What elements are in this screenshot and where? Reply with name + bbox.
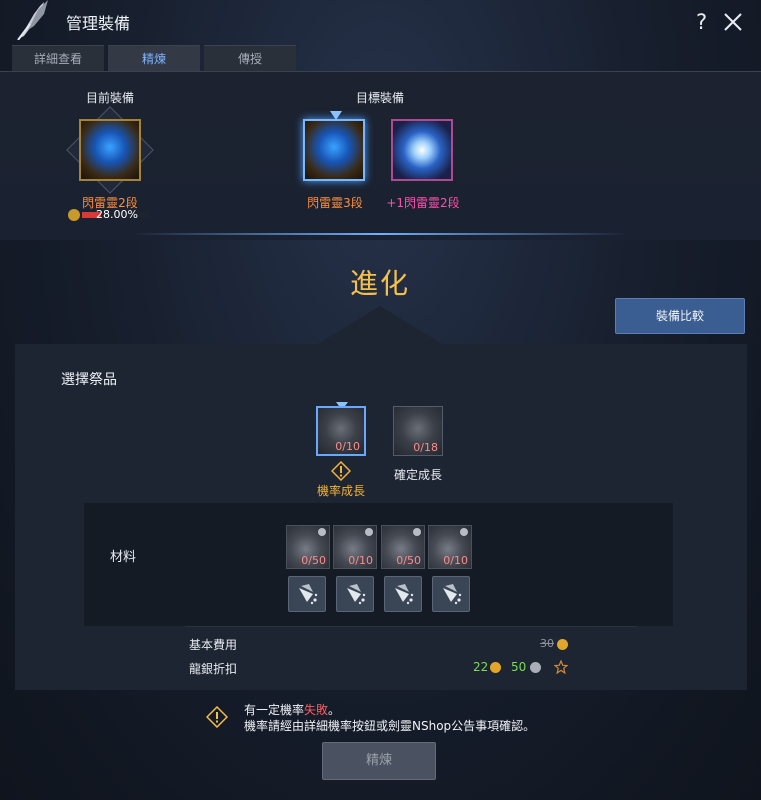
- shop-icon: [395, 584, 414, 605]
- base-cost-value: 30: [540, 637, 554, 650]
- target-option-b-slot[interactable]: [390, 118, 454, 182]
- target-option-a-name: 閃雷靈3段: [307, 196, 363, 210]
- silver-coin-icon: [530, 662, 541, 673]
- shop-icon: [299, 584, 318, 605]
- target-option-b-icon: [391, 119, 453, 181]
- materials-box: [84, 503, 673, 626]
- warning-icon: [206, 706, 228, 728]
- shop-button[interactable]: [336, 576, 374, 612]
- notice-line-2: 機率請經由詳細機率按鈕或劍靈NShop公告事項確認。: [244, 719, 536, 733]
- tab-details[interactable]: 詳細查看: [12, 45, 104, 71]
- materials-title: 材料: [110, 550, 137, 565]
- shop-button[interactable]: [384, 576, 422, 612]
- person-icon: [365, 528, 373, 536]
- exp-percent: 28.00%: [96, 208, 138, 221]
- offering-title: 選擇祭品: [61, 372, 117, 388]
- cost-separator: [185, 626, 637, 627]
- divider-glow: [130, 233, 630, 235]
- material-slot[interactable]: 0/50: [286, 525, 330, 569]
- person-icon: [318, 528, 326, 536]
- close-icon[interactable]: [722, 11, 744, 33]
- selection-pointer-icon: [330, 111, 342, 120]
- offering-probability-label: 機率成長: [316, 484, 365, 498]
- target-option-a-slot[interactable]: [302, 118, 366, 182]
- material-slot[interactable]: 0/10: [333, 525, 377, 569]
- tab-transfer[interactable]: 傳授: [204, 45, 296, 71]
- window-title: 管理裝備: [66, 14, 131, 33]
- material-count: 0/50: [301, 554, 326, 567]
- offering-guaranteed-label: 確定成長: [393, 468, 442, 482]
- offering-guaranteed[interactable]: 0/18: [393, 406, 443, 456]
- material-count: 0/10: [443, 554, 468, 567]
- material-slot[interactable]: 0/10: [428, 525, 472, 569]
- offering-count: 0/18: [413, 441, 438, 454]
- discount-gold-value: 22: [473, 660, 489, 674]
- compare-equipment-button[interactable]: 裝備比較: [615, 298, 745, 334]
- shop-icon: [347, 584, 366, 605]
- material-slot[interactable]: 0/50: [381, 525, 425, 569]
- exp-icon: [68, 209, 80, 221]
- current-equipment-slot[interactable]: [66, 106, 154, 194]
- shop-button[interactable]: [432, 576, 470, 612]
- person-icon: [460, 528, 468, 536]
- exp-progress: 28.00%: [68, 208, 152, 222]
- shop-button[interactable]: [288, 576, 326, 612]
- gold-coin-icon: [490, 662, 501, 673]
- material-count: 0/10: [348, 554, 373, 567]
- offering-probability[interactable]: 0/10: [316, 406, 366, 456]
- current-equipment-heading: 目前裝備: [85, 91, 134, 105]
- material-count: 0/50: [396, 554, 421, 567]
- discount-label: 龍銀折扣: [189, 662, 238, 676]
- base-cost-label: 基本費用: [189, 638, 238, 652]
- star-icon: [554, 660, 568, 674]
- offering-count: 0/10: [335, 440, 360, 453]
- notice-fail-text: 失敗: [304, 703, 329, 717]
- person-icon: [413, 528, 421, 536]
- title-bar: 管理裝備 ?: [0, 0, 761, 44]
- tab-refine[interactable]: 精煉: [108, 45, 200, 71]
- notice-suffix: 。: [328, 703, 341, 717]
- refine-button[interactable]: 精煉: [322, 742, 436, 780]
- warning-icon: [331, 461, 351, 481]
- stage-title: 進化: [349, 267, 410, 300]
- help-icon[interactable]: ?: [696, 10, 707, 34]
- notice-prefix: 有一定機率: [244, 703, 305, 717]
- blade-icon: [17, 0, 48, 40]
- target-option-b-name: +1閃雷靈2段: [386, 196, 460, 210]
- notice-line-1: 有一定機率失敗。: [244, 701, 340, 718]
- current-equipment-icon: [79, 119, 141, 181]
- panel-pointer: [318, 306, 442, 344]
- target-equipment-heading: 目標裝備: [355, 91, 404, 105]
- target-option-a-icon: [303, 119, 365, 181]
- discount-silver-value: 50: [511, 660, 527, 674]
- gold-coin-icon: [557, 639, 568, 650]
- shop-icon: [443, 584, 462, 605]
